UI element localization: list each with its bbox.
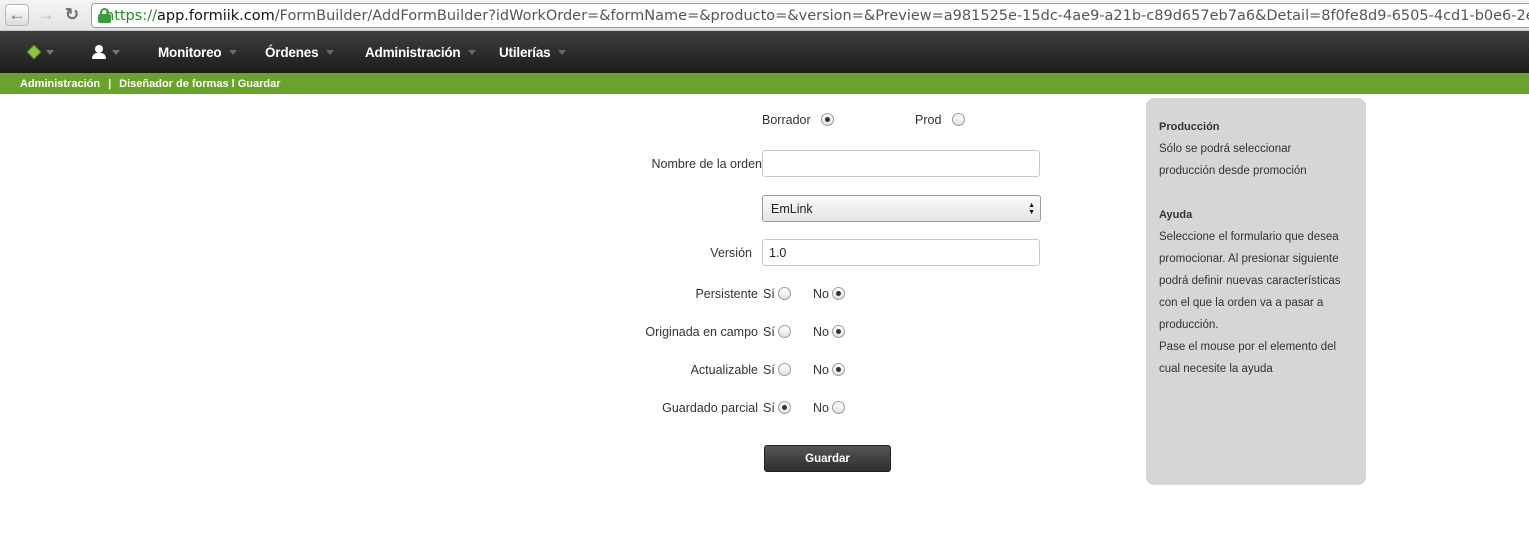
persistente-no-radio[interactable] xyxy=(832,287,845,300)
address-bar[interactable]: https://app.formiik.com/FormBuilder/AddF… xyxy=(91,3,1529,28)
actualizable-label: Actualizable xyxy=(690,363,758,377)
originada-yes-radio[interactable] xyxy=(778,325,791,338)
back-arrow-icon[interactable]: ← xyxy=(5,4,29,26)
help-text-line: Seleccione el formulario que desea xyxy=(1159,231,1339,243)
breadcrumb: Administración | Diseñador de formas l G… xyxy=(0,73,1529,94)
select-arrows-icon: ▲ ▼ xyxy=(1028,202,1035,216)
originada-no-label: No xyxy=(813,325,829,339)
chevron-down-icon xyxy=(326,49,335,55)
help-panel: Producción Sólo se podrá seleccionar pro… xyxy=(1146,98,1366,485)
persistente-yes-radio[interactable] xyxy=(778,287,791,300)
url-path: /FormBuilder/AddFormBuilder?idWorkOrder=… xyxy=(274,7,1529,24)
help-text-line: con el que la orden va a pasar a xyxy=(1159,297,1324,309)
order-name-label: Nombre de la orden xyxy=(651,157,762,171)
env-borrador-label: Borrador xyxy=(762,113,811,127)
version-input[interactable] xyxy=(762,239,1040,266)
guardado-yes-label: Sí xyxy=(763,401,775,415)
originada-no-radio[interactable] xyxy=(832,325,845,338)
actualizable-yes-radio[interactable] xyxy=(778,363,791,376)
breadcrumb-current: Diseñador de formas l Guardar xyxy=(119,77,281,90)
menu-ordenes[interactable]: Órdenes xyxy=(265,31,335,73)
home-menu[interactable] xyxy=(26,31,54,73)
breadcrumb-separator: | xyxy=(108,77,112,90)
help-production-text-line: Sólo se podrá seleccionar xyxy=(1159,143,1292,155)
browser-toolbar: ← → ↻ https://app.formiik.com/FormBuilde… xyxy=(0,0,1529,31)
menu-label: Monitoreo xyxy=(158,44,222,60)
url-host: app.formiik.com xyxy=(156,7,275,24)
save-button[interactable]: Guardar xyxy=(764,445,891,472)
breadcrumb-link-administracion[interactable]: Administración xyxy=(20,78,100,90)
menu-utilerias[interactable]: Utilerías xyxy=(499,31,567,73)
menu-label: Administración xyxy=(365,44,461,60)
help-text-line: cual necesite la ayuda xyxy=(1159,363,1273,375)
help-ayuda-title: Ayuda xyxy=(1159,209,1193,221)
guardado-no-label: No xyxy=(813,401,829,415)
app-logo-icon xyxy=(26,44,42,60)
env-prod-label: Prod xyxy=(915,113,942,127)
order-name-input[interactable] xyxy=(762,150,1040,177)
persistente-label: Persistente xyxy=(695,287,758,301)
version-label: Versión xyxy=(710,246,752,260)
actualizable-no-radio[interactable] xyxy=(832,363,845,376)
help-spacer xyxy=(1159,182,1353,204)
originada-yes-label: Sí xyxy=(763,325,775,339)
env-borrador-radio[interactable] xyxy=(821,113,834,126)
app-navbar: Monitoreo Órdenes Administración Utilerí… xyxy=(0,31,1529,73)
help-production-text-line: producción desde promoción xyxy=(1159,165,1307,177)
persistente-yes-label: Sí xyxy=(763,287,775,301)
chevron-down-icon xyxy=(468,49,477,55)
chevron-down-icon xyxy=(46,49,54,55)
forward-arrow-icon[interactable]: → xyxy=(34,4,58,26)
guardado-parcial-label: Guardado parcial xyxy=(662,401,758,415)
help-production-title: Producción xyxy=(1159,121,1220,133)
chevron-down-icon xyxy=(558,49,567,55)
help-text-line: producción. xyxy=(1159,319,1219,331)
user-icon xyxy=(92,45,106,59)
chevron-down-icon xyxy=(229,49,238,55)
env-prod-radio[interactable] xyxy=(952,113,965,126)
menu-label: Órdenes xyxy=(265,44,319,60)
menu-monitoreo[interactable]: Monitoreo xyxy=(158,31,238,73)
menu-administracion[interactable]: Administración xyxy=(365,31,477,73)
product-select[interactable]: EmLink ▲ ▼ xyxy=(762,195,1041,222)
help-text-line: Pase el mouse por el elemento del xyxy=(1159,341,1337,353)
menu-label: Utilerías xyxy=(499,44,551,60)
help-text-line: promocionar. Al presionar siguiente xyxy=(1159,253,1339,265)
url-scheme: https:// xyxy=(105,7,157,24)
guardado-no-radio[interactable] xyxy=(832,401,845,414)
user-menu[interactable] xyxy=(92,31,120,73)
actualizable-yes-label: Sí xyxy=(763,363,775,377)
actualizable-no-label: No xyxy=(813,363,829,377)
originada-label: Originada en campo xyxy=(645,325,758,339)
reload-icon[interactable]: ↻ xyxy=(60,4,84,26)
persistente-no-label: No xyxy=(813,287,829,301)
help-text-line: podrá definir nuevas características xyxy=(1159,275,1341,287)
chevron-down-icon xyxy=(112,49,120,55)
guardado-yes-radio[interactable] xyxy=(778,401,791,414)
product-select-value: EmLink xyxy=(771,201,813,216)
